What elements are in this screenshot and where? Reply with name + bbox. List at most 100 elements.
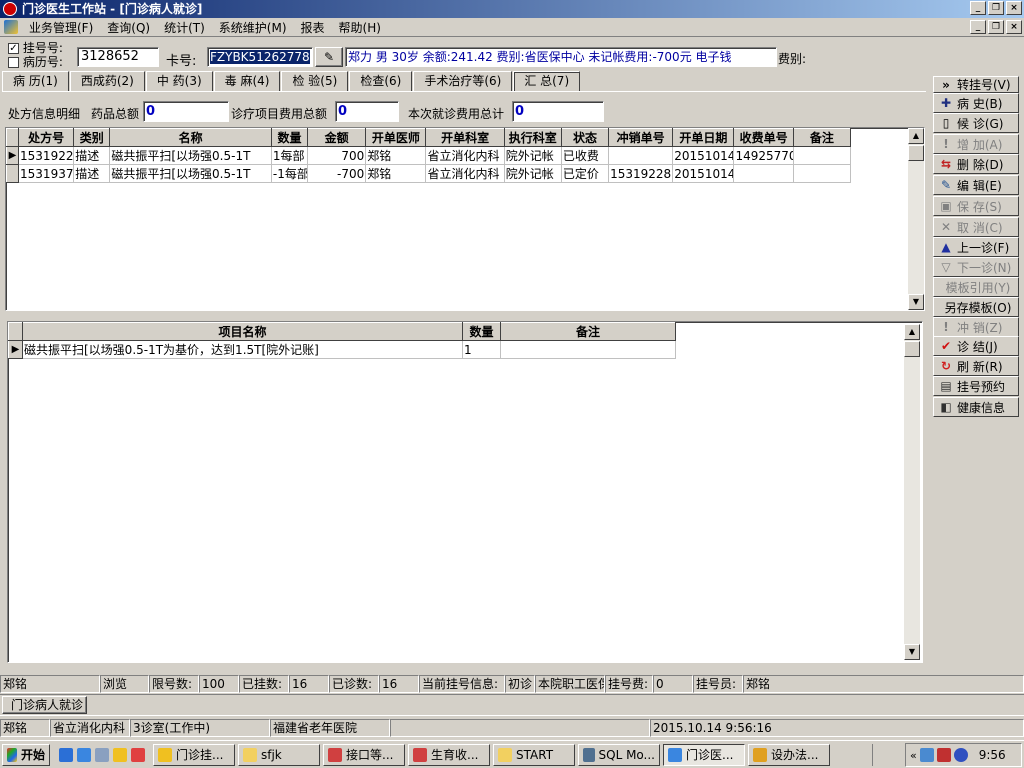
task-start-folder[interactable]: START	[493, 743, 575, 766]
health-info-button[interactable]: ◧ 健康信息	[933, 397, 1019, 417]
table-cell[interactable]: 1531922	[18, 146, 75, 165]
table-cell[interactable]: 省立消化内科	[425, 164, 505, 183]
menu-system[interactable]: 系统维护(M)	[212, 19, 294, 36]
tab-surgery[interactable]: 手术治疗等(6)	[413, 71, 513, 91]
column-header[interactable]: 执行科室	[503, 128, 562, 147]
scroll-down-icon[interactable]: ▼	[904, 644, 920, 660]
tray-expand-icon[interactable]: «	[910, 749, 917, 762]
column-header[interactable]: 开单日期	[672, 128, 735, 147]
scroll-up-icon[interactable]: ▲	[904, 324, 920, 340]
column-header[interactable]: 数量	[270, 128, 309, 147]
menu-business[interactable]: 业务管理(F)	[22, 19, 100, 36]
table-cell[interactable]: 描述	[73, 164, 111, 183]
minimize-button[interactable]: _	[970, 1, 986, 15]
scroll-up-icon[interactable]: ▲	[908, 128, 924, 144]
tab-narcotics[interactable]: 毒 麻(4)	[213, 71, 281, 91]
column-header[interactable]: 处方号	[18, 128, 75, 147]
table-cell[interactable]: -1每部	[271, 164, 309, 183]
table-cell[interactable]: 描述	[73, 146, 111, 165]
scroll-thumb[interactable]	[904, 341, 920, 357]
template-use-button[interactable]: 模板引用(Y)	[933, 277, 1019, 297]
table-cell[interactable]: 1531937	[18, 164, 75, 183]
next-visit-button[interactable]: ▽ 下一诊(N)	[933, 257, 1019, 277]
scroll-thumb[interactable]	[908, 145, 924, 161]
column-header[interactable]: 备注	[792, 128, 852, 147]
mdi-minimize-button[interactable]: _	[970, 20, 986, 34]
table-cell[interactable]: 已收费	[561, 146, 610, 165]
prev-visit-button[interactable]: ▲ 上一诊(F)	[933, 237, 1019, 257]
table-cell[interactable]: 20151014	[672, 164, 735, 183]
table-cell[interactable]: 1每部	[271, 146, 309, 165]
column-header[interactable]: 类别	[73, 128, 111, 147]
task-outpatient-doctor[interactable]: 门诊医...	[663, 743, 745, 766]
upper-grid-scrollbar[interactable]: ▲ ▼	[908, 128, 924, 310]
save-button[interactable]: ▣ 保 存(S)	[933, 196, 1019, 216]
mdi-close-button[interactable]: ×	[1006, 20, 1022, 34]
card-number-input[interactable]: FZYBK51262778	[207, 47, 313, 67]
reg-number-input[interactable]: 3128652	[77, 47, 159, 67]
table-cell[interactable]	[608, 146, 674, 165]
delete-button[interactable]: ⇆ 删 除(D)	[933, 154, 1019, 174]
task-sfjk[interactable]: sfjk	[238, 743, 320, 766]
table-row[interactable]: 1531937 描述 磁共振平扫[以场强0.5-1T -1每部 -700 郑铭 省立消化内科…	[6, 164, 852, 183]
table-cell[interactable]: 14925770	[733, 146, 794, 165]
window-tab-outpatient[interactable]: 门诊病人就诊	[2, 696, 87, 714]
task-interface[interactable]: 接口等...	[323, 743, 405, 766]
table-cell[interactable]: 院外记帐	[504, 146, 562, 165]
transfer-button[interactable]: » 转挂号(V)	[933, 76, 1019, 93]
reverse-button[interactable]: ! 冲 销(Z)	[933, 317, 1019, 337]
task-sql[interactable]: SQL Mo...	[578, 743, 660, 766]
table-cell[interactable]: 省立消化内科	[425, 146, 505, 165]
table-cell[interactable]: 磁共振平扫[以场强0.5-1T	[109, 146, 272, 165]
tab-summary[interactable]: 汇 总(7)	[513, 71, 581, 91]
column-header[interactable]: 备注	[500, 322, 676, 341]
appointment-button[interactable]: ▤ 挂号预约	[933, 376, 1019, 396]
security-icon[interactable]	[936, 748, 951, 762]
lower-grid-scrollbar[interactable]: ▲ ▼	[904, 324, 920, 660]
row-indicator[interactable]: ▶	[6, 146, 20, 165]
tab-western-medicine[interactable]: 西成药(2)	[69, 71, 145, 91]
table-row[interactable]: ▶ 磁共振平扫[以场强0.5-1T为基价，达到1.5T[院外记账] 1	[8, 340, 676, 359]
scroll-down-icon[interactable]: ▼	[908, 294, 924, 310]
task-registration[interactable]: 门诊挂...	[153, 743, 235, 766]
table-row[interactable]: ▶ 1531922 描述 磁共振平扫[以场强0.5-1T 1每部 700 郑铭 省立消化内科院…	[6, 146, 852, 165]
table-cell[interactable]: 院外记帐	[504, 164, 562, 183]
waiting-button[interactable]: ▯ 候 诊(G)	[933, 113, 1019, 133]
table-cell[interactable]: 15319228	[608, 164, 674, 183]
menu-reports[interactable]: 报表	[294, 19, 332, 36]
notepad-icon[interactable]	[95, 747, 109, 762]
column-header[interactable]: 开单科室	[425, 128, 505, 147]
column-header[interactable]: 项目名称	[22, 322, 463, 341]
reg-checkbox[interactable]: ✓	[8, 43, 19, 54]
quicklaunch-app-icon[interactable]	[131, 747, 145, 762]
column-header[interactable]: 金额	[307, 128, 367, 147]
task-maternity[interactable]: 生育收...	[408, 743, 490, 766]
maximize-button[interactable]: ❐	[988, 1, 1004, 15]
task-other[interactable]: 设办法...	[748, 743, 830, 766]
table-cell[interactable]	[733, 164, 794, 183]
column-header[interactable]: 数量	[462, 322, 501, 341]
ime-icon[interactable]	[872, 744, 890, 766]
table-cell[interactable]: 磁共振平扫[以场强0.5-1T为基价，达到1.5T[院外记账]	[22, 340, 463, 359]
conclude-button[interactable]: ✔ 诊 结(J)	[933, 336, 1019, 356]
table-cell[interactable]: 1	[462, 340, 501, 359]
menu-help[interactable]: 帮助(H)	[332, 19, 388, 36]
refresh-button[interactable]: ↻ 刷 新(R)	[933, 356, 1019, 376]
column-header[interactable]: 冲销单号	[608, 128, 674, 147]
table-cell[interactable]: 已定价	[561, 164, 610, 183]
mdi-restore-button[interactable]: ❐	[988, 20, 1004, 34]
table-cell[interactable]	[793, 146, 852, 165]
close-button[interactable]: ×	[1006, 1, 1022, 15]
menu-query[interactable]: 查询(Q)	[100, 19, 157, 36]
column-header[interactable]: 名称	[109, 128, 272, 147]
ie-icon[interactable]	[59, 747, 73, 762]
table-cell[interactable]: 20151014	[672, 146, 735, 165]
app-menu-icon[interactable]	[4, 20, 18, 34]
tab-chinese-medicine[interactable]: 中 药(3)	[145, 71, 213, 91]
table-cell[interactable]: 磁共振平扫[以场强0.5-1T	[109, 164, 272, 183]
table-cell[interactable]: 郑铭	[365, 146, 427, 165]
table-cell[interactable]	[793, 164, 852, 183]
menu-stats[interactable]: 统计(T)	[157, 19, 212, 36]
outlook-icon[interactable]	[77, 747, 91, 762]
tab-examination[interactable]: 检查(6)	[349, 71, 413, 91]
